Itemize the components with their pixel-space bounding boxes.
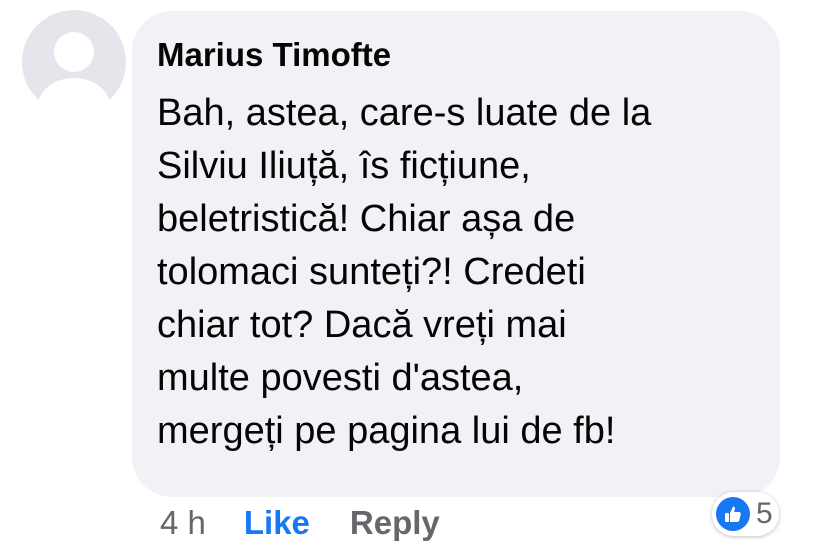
default-profile-silhouette-icon	[38, 32, 110, 114]
reply-button[interactable]: Reply	[350, 504, 440, 542]
reaction-count: 5	[756, 497, 773, 530]
comment-text-line: chiar tot? Dacă vreți mai	[157, 304, 567, 346]
comment-author-name[interactable]: Marius Timofte	[157, 36, 391, 74]
comment-text: Bah, astea, care-s luate de la Silviu Il…	[157, 87, 767, 458]
comment-actions: 4 h Like Reply	[160, 504, 440, 542]
comment-text-line: Bah, astea, care-s luate de la	[157, 92, 652, 134]
comment-text-line: beletristică! Chiar așa de	[157, 198, 576, 240]
comment-text-line: Silviu Iliuță, îs ficțiune,	[157, 145, 531, 187]
reaction-summary[interactable]: 5	[712, 492, 779, 536]
thumbs-up-icon	[716, 497, 750, 531]
like-button[interactable]: Like	[244, 504, 310, 542]
comment-text-line: multe povesti d'astea,	[157, 357, 524, 399]
comment-timestamp[interactable]: 4 h	[160, 504, 206, 542]
comment-text-line: mergeți pe pagina lui de fb!	[157, 410, 616, 452]
comment-bubble: Marius Timofte Bah, astea, care-s luate …	[132, 11, 780, 497]
comment-text-line: tolomaci sunteți?! Credeti	[157, 251, 586, 293]
avatar[interactable]	[22, 10, 126, 114]
